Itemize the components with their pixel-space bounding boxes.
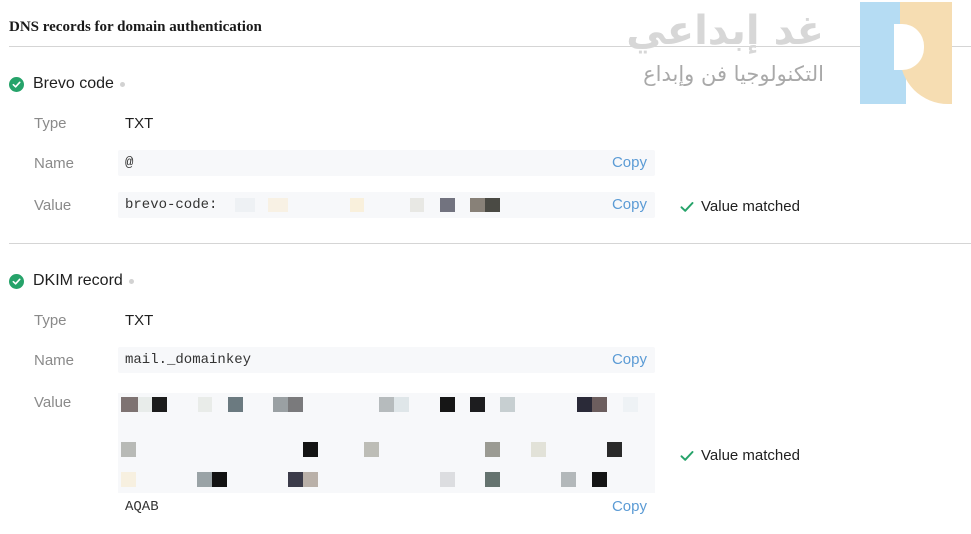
watermark-logo	[860, 2, 952, 104]
brevo-status-text: Value matched	[701, 198, 800, 215]
matched-check-icon	[680, 450, 694, 461]
dkim-value-tail-box: AQAB Copy	[118, 494, 655, 520]
brevo-section-title: Brevo code	[33, 75, 114, 92]
dkim-name-value: mail._domainkey	[125, 352, 252, 368]
brevo-value-text: brevo-code:	[125, 197, 218, 213]
section-divider	[9, 243, 971, 244]
brevo-type-value: TXT	[125, 115, 154, 132]
brevo-name-box: @ Copy	[118, 150, 655, 176]
dkim-name-copy-button[interactable]: Copy	[612, 351, 647, 368]
watermark-title: غد إبداعي	[626, 8, 824, 54]
dkim-type-value: TXT	[125, 312, 154, 329]
brevo-value-label: Value	[34, 197, 72, 214]
dkim-value-copy-button[interactable]: Copy	[612, 498, 647, 515]
info-dot-icon[interactable]	[119, 81, 125, 87]
dkim-status-text: Value matched	[701, 447, 800, 464]
dkim-type-label: Type	[34, 312, 67, 329]
watermark-subtitle: التكنولوجيا فن وإبداع	[643, 62, 824, 86]
dkim-value-label: Value	[34, 394, 72, 411]
matched-check-icon	[680, 201, 694, 212]
dkim-section-title: DKIM record	[33, 272, 123, 289]
dkim-section-header: DKIM record	[9, 272, 134, 290]
brevo-name-value: @	[125, 155, 134, 171]
page-title: DNS records for domain authentication	[9, 19, 262, 35]
watermark: غد إبداعي التكنولوجيا فن وإبداع	[626, 2, 952, 106]
brevo-value-box: brevo-code: Copy	[118, 192, 655, 218]
brevo-value-copy-button[interactable]: Copy	[612, 196, 647, 213]
info-dot-icon[interactable]	[128, 278, 134, 284]
dkim-name-box: mail._domainkey Copy	[118, 347, 655, 373]
success-check-icon	[9, 273, 24, 289]
brevo-type-label: Type	[34, 115, 67, 132]
success-check-icon	[9, 76, 24, 92]
brevo-name-label: Name	[34, 155, 75, 172]
brevo-status: Value matched	[680, 198, 800, 215]
dkim-name-label: Name	[34, 352, 75, 369]
dkim-status: Value matched	[680, 447, 800, 464]
brevo-name-copy-button[interactable]: Copy	[612, 154, 647, 171]
dkim-value-tail: AQAB	[125, 499, 159, 515]
brevo-section-header: Brevo code	[9, 75, 125, 93]
